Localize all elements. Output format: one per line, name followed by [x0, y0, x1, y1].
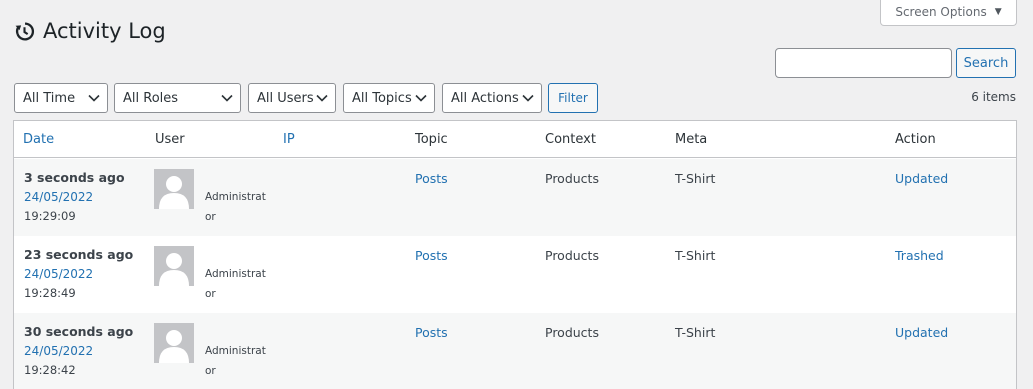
row-date-link[interactable]: 24/05/2022	[24, 344, 93, 358]
chevron-down-icon	[316, 94, 328, 102]
avatar	[154, 323, 194, 363]
page-title: Activity Log	[43, 19, 166, 43]
items-count: 6 items	[971, 90, 1016, 104]
row-meta: T-Shirt	[675, 171, 716, 186]
time-filter-select[interactable]: All Time	[14, 83, 108, 113]
row-time: 19:28:42	[24, 363, 76, 377]
user-role-line2: or	[205, 288, 216, 300]
row-meta: T-Shirt	[675, 325, 716, 340]
roles-filter-value: All Roles	[123, 90, 179, 106]
time-filter-value: All Time	[23, 90, 76, 106]
table-row: 30 seconds ago 24/05/2022 19:28:42 Admin…	[14, 313, 1016, 389]
caret-down-icon: ▼	[994, 7, 1002, 17]
page-title-area: Activity Log	[14, 17, 166, 45]
screen-options-button[interactable]: Screen Options ▼	[880, 0, 1017, 26]
search-button[interactable]: Search	[956, 48, 1016, 78]
row-action-link[interactable]: Updated	[895, 325, 948, 340]
history-icon	[14, 21, 35, 42]
activity-table: Date User IP Topic Context Meta Action 3…	[13, 120, 1017, 389]
column-header-date[interactable]: Date	[23, 121, 54, 158]
row-topic-link[interactable]: Posts	[415, 325, 448, 340]
row-time: 19:29:09	[24, 209, 76, 223]
row-action-link[interactable]: Updated	[895, 171, 948, 186]
topics-filter-select[interactable]: All Topics	[343, 83, 435, 113]
column-header-meta: Meta	[675, 132, 708, 147]
roles-filter-select[interactable]: All Roles	[114, 83, 241, 113]
row-time: 19:28:49	[24, 286, 76, 300]
row-date-link[interactable]: 24/05/2022	[24, 267, 93, 281]
users-filter-select[interactable]: All Users	[248, 83, 336, 113]
avatar	[154, 246, 194, 286]
column-header-ip[interactable]: IP	[283, 121, 295, 158]
user-role-line2: or	[205, 211, 216, 223]
user-role-line1: Administrat	[205, 345, 266, 357]
row-date-link[interactable]: 24/05/2022	[24, 190, 93, 204]
row-time-ago: 23 seconds ago	[24, 247, 134, 262]
table-row: 3 seconds ago 24/05/2022 19:29:09 Admini…	[14, 159, 1016, 236]
user-role-line1: Administrat	[205, 268, 266, 280]
user-role-line1: Administrat	[205, 191, 266, 203]
chevron-down-icon	[415, 94, 427, 102]
row-context: Products	[545, 248, 599, 263]
column-header-action: Action	[895, 132, 936, 147]
avatar	[154, 169, 194, 209]
chevron-down-icon	[88, 94, 100, 102]
user-role-line2: or	[205, 365, 216, 377]
screen-options-label: Screen Options	[895, 5, 987, 19]
table-row: 23 seconds ago 24/05/2022 19:28:49 Admin…	[14, 236, 1016, 313]
filter-button[interactable]: Filter	[548, 83, 598, 113]
users-filter-value: All Users	[257, 90, 314, 106]
actions-filter-value: All Actions	[451, 90, 519, 106]
column-header-context: Context	[545, 132, 596, 147]
search-input[interactable]	[775, 48, 952, 78]
topics-filter-value: All Topics	[352, 90, 412, 106]
row-context: Products	[545, 325, 599, 340]
chevron-down-icon	[221, 94, 233, 102]
actions-filter-select[interactable]: All Actions	[442, 83, 542, 113]
table-header: Date User IP Topic Context Meta Action	[14, 121, 1016, 158]
row-action-link[interactable]: Trashed	[895, 248, 944, 263]
row-time-ago: 30 seconds ago	[24, 324, 134, 339]
column-header-topic: Topic	[415, 132, 448, 147]
chevron-down-icon	[522, 94, 534, 102]
column-header-user: User	[155, 132, 185, 147]
row-topic-link[interactable]: Posts	[415, 248, 448, 263]
row-time-ago: 3 seconds ago	[24, 170, 125, 185]
row-topic-link[interactable]: Posts	[415, 171, 448, 186]
row-meta: T-Shirt	[675, 248, 716, 263]
row-context: Products	[545, 171, 599, 186]
